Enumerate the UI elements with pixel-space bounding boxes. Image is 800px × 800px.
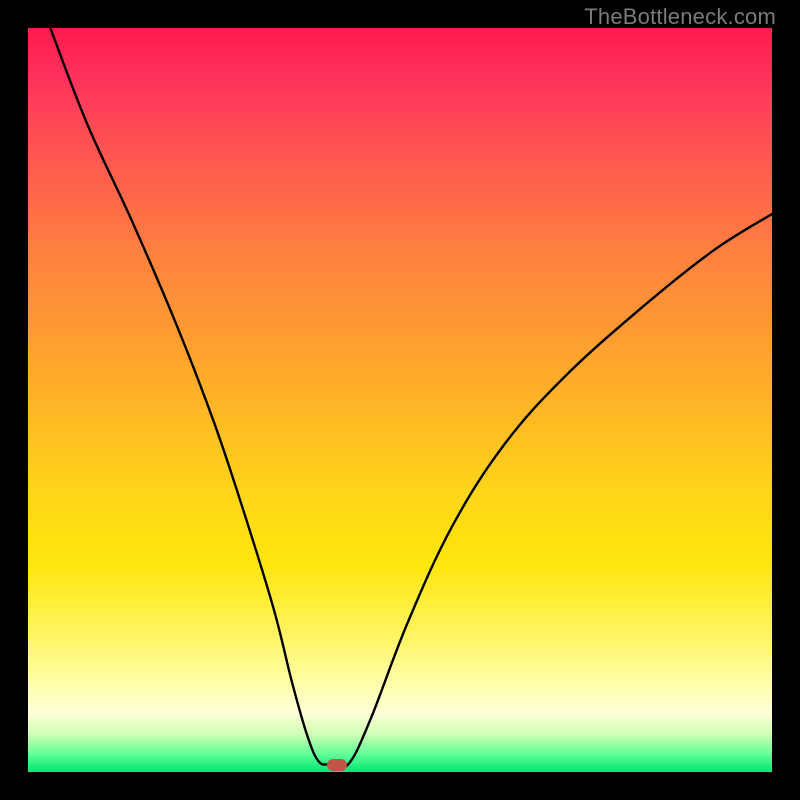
chart-frame: TheBottleneck.com — [0, 0, 800, 800]
optimal-point-marker — [327, 759, 347, 771]
attribution-text: TheBottleneck.com — [584, 4, 776, 30]
bottleneck-curve — [28, 28, 772, 772]
plot-area — [28, 28, 772, 772]
